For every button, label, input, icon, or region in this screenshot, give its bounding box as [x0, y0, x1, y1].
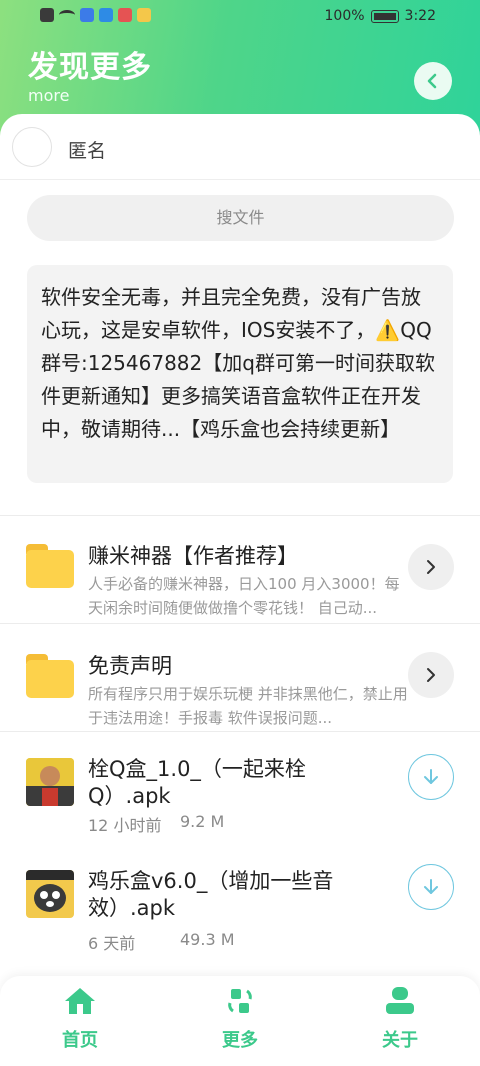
notice-text: 软件安全无毒，并且完全免费，没有广告放心玩，这是安卓软件，IOS安装不了，⚠️Q…: [27, 265, 453, 483]
download-arrow-icon: [424, 769, 438, 784]
user-row[interactable]: 匿名: [0, 114, 480, 180]
chicken-cartoon-icon: [26, 870, 74, 918]
download-arrow-icon: [424, 879, 438, 894]
folder-desc: 人手必备的赚米神器，日入100 月入3000！每天闲余时间随便做做撸个零花钱！ …: [88, 575, 400, 617]
battery-icon: [370, 9, 399, 23]
search-app-icon: [99, 8, 113, 22]
nav-home-label: 首页: [62, 1030, 98, 1051]
folder-row[interactable]: 免责声明 所有程序只用于娱乐玩梗 并非抹黑他仁，禁止用于违法用途！手报毒 软件误…: [0, 624, 480, 732]
nav-more[interactable]: 更多: [190, 986, 290, 1052]
file-thumbnail: [26, 758, 74, 806]
chevron-right-icon: [427, 560, 435, 574]
nav-about[interactable]: 关于: [350, 986, 450, 1052]
refresh-grid-icon: [228, 989, 252, 1013]
open-folder-button[interactable]: [408, 652, 454, 698]
avatar[interactable]: [12, 127, 52, 167]
download-button[interactable]: [408, 754, 454, 800]
folder-row[interactable]: 赚米神器【作者推荐】 人手必备的赚米神器，日入100 月入3000！每天闲余时间…: [0, 516, 480, 624]
nav-home[interactable]: 首页: [30, 986, 130, 1052]
content-card: 匿名 搜文件 软件安全无毒，并且完全免费，没有广告放心玩，这是安卓软件，IOS安…: [0, 114, 480, 1066]
clock: 3:22: [404, 8, 436, 24]
mail-icon: [118, 8, 132, 22]
file-row[interactable]: 鸡乐盒v6.0_（增加一些音效）.apk 6 天前 49.3 M: [0, 844, 480, 953]
file-time: 6 天前: [88, 934, 136, 953]
alert-icon: [40, 8, 54, 22]
search-input[interactable]: 搜文件: [27, 195, 454, 241]
battery-percent: 100%: [324, 8, 365, 24]
file-title: 栓Q盒_1.0_（一起来栓Q）.apk: [88, 757, 306, 808]
back-button[interactable]: [414, 62, 452, 100]
wifi-icon: [59, 10, 75, 20]
home-icon: [65, 988, 95, 1014]
app-notification-icon: [80, 8, 94, 22]
download-button[interactable]: [408, 864, 454, 910]
page-title: 发现更多: [28, 50, 152, 85]
file-thumbnail: [26, 870, 74, 918]
page-subtitle: more: [28, 86, 70, 105]
file-size: 49.3 M: [180, 930, 235, 949]
folder-desc: 所有程序只用于娱乐玩梗 并非抹黑他仁，禁止用于违法用途！手报毒 软件误报问题..…: [88, 685, 408, 727]
folder-icon: [26, 654, 74, 698]
user-icon: [386, 987, 414, 1014]
bottom-navigation: 首页 更多 关于: [0, 976, 480, 1066]
file-time: 12 小时前: [88, 816, 162, 835]
file-size: 9.2 M: [180, 812, 225, 831]
status-icons: [40, 8, 151, 22]
person-photo-icon: [26, 758, 74, 806]
folder-title: 赚米神器【作者推荐】: [88, 544, 298, 568]
open-folder-button[interactable]: [408, 544, 454, 590]
user-name: 匿名: [68, 140, 107, 162]
folder-icon: [26, 544, 74, 588]
chevron-right-icon: [427, 668, 435, 682]
nav-about-label: 关于: [382, 1030, 418, 1051]
nav-more-label: 更多: [222, 1030, 258, 1051]
folder-title: 免责声明: [88, 654, 172, 678]
status-bar: 100% 3:22: [0, 0, 480, 34]
status-right: 100% 3:22: [325, 8, 436, 24]
file-title: 鸡乐盒v6.0_（增加一些音效）.apk: [88, 869, 334, 920]
notes-icon: [137, 8, 151, 22]
file-row[interactable]: 栓Q盒_1.0_（一起来栓Q）.apk 12 小时前 9.2 M: [0, 732, 480, 838]
chevron-left-icon: [427, 73, 437, 89]
